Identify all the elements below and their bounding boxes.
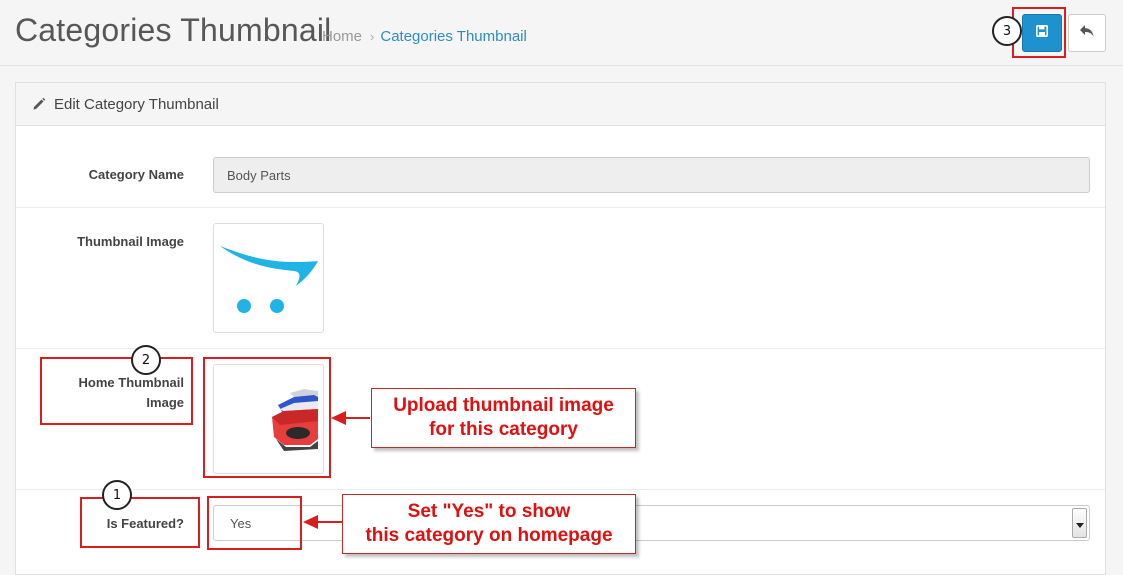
callout-featured-line2: this category on homepage [365, 525, 613, 546]
callout-featured-line1: Set "Yes" to show [407, 501, 571, 522]
callout-upload-line2: for this category [429, 419, 578, 440]
callout-upload: Upload thumbnail image for this category [371, 388, 636, 448]
annotation-arrows [303, 411, 370, 529]
callout-featured: Set "Yes" to show this category on homep… [342, 494, 636, 554]
arrow-featured-head [303, 515, 318, 529]
callout-upload-line1: Upload thumbnail image [393, 395, 614, 416]
arrow-upload-head [331, 411, 346, 425]
